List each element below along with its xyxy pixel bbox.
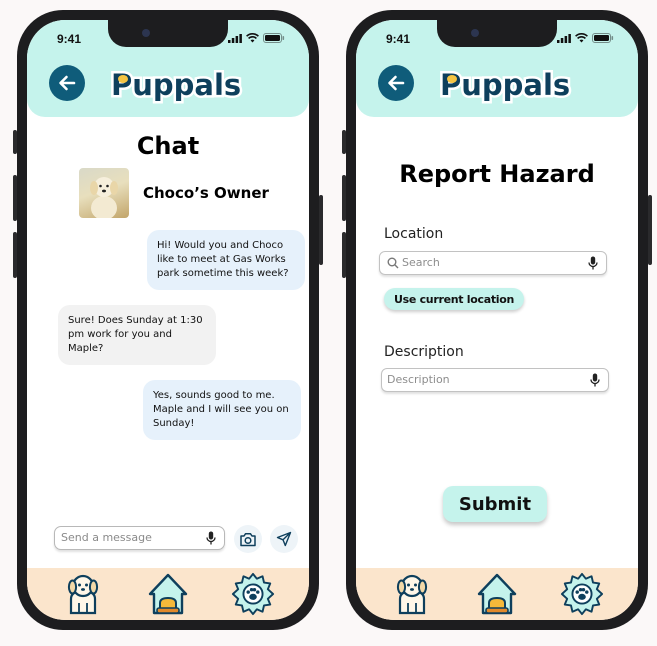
- location-label: Location: [384, 226, 444, 242]
- search-input[interactable]: [402, 256, 572, 269]
- send-icon: [276, 531, 292, 547]
- nav-home[interactable]: [146, 572, 190, 616]
- arrow-left-icon: [59, 75, 76, 91]
- status-time: 9:41: [386, 32, 411, 46]
- front-camera: [471, 29, 479, 37]
- avatar[interactable]: [79, 168, 129, 218]
- signal-icon: [228, 33, 242, 43]
- chat-screen: 9:41 Puppals Chat Choco’s Owner Hi! Woul…: [27, 20, 309, 620]
- nav-dog-profile[interactable]: [61, 572, 105, 616]
- message-bubble-outgoing: Hi! Would you and Choco like to meet at …: [147, 230, 305, 290]
- app-logo: Puppals: [109, 64, 259, 105]
- camera-button[interactable]: [234, 525, 262, 553]
- phone-mute-switch: [13, 130, 17, 154]
- page-title: Report Hazard: [399, 160, 595, 188]
- puppals-logo-icon: Puppals: [109, 66, 244, 105]
- description-label: Description: [384, 344, 464, 360]
- report-hazard-screen: 9:41 Puppals Report Hazard Location Sear…: [356, 20, 638, 620]
- message-text-field[interactable]: [61, 531, 201, 544]
- phone-notch: [437, 20, 557, 47]
- microphone-icon[interactable]: [206, 531, 216, 546]
- phone-notch: [108, 20, 228, 47]
- home-icon: [477, 573, 517, 615]
- phone-volume-down: [342, 232, 346, 278]
- description-input[interactable]: [387, 373, 557, 386]
- description-field[interactable]: [381, 368, 609, 392]
- nav-home[interactable]: [475, 572, 519, 616]
- message-bubble-outgoing: Yes, sounds good to me. Maple and I will…: [143, 380, 301, 440]
- svg-text:Puppals: Puppals: [111, 68, 241, 102]
- back-button[interactable]: [378, 65, 414, 101]
- microphone-icon[interactable]: [588, 256, 598, 271]
- phone-volume-down: [13, 232, 17, 278]
- message-input[interactable]: [54, 526, 225, 550]
- microphone-icon[interactable]: [590, 373, 600, 388]
- dog-profile-icon: [68, 574, 99, 615]
- location-search-field[interactable]: [379, 251, 607, 275]
- camera-icon: [240, 532, 256, 546]
- wifi-icon: [575, 33, 588, 43]
- battery-icon: [592, 33, 614, 43]
- message-bubble-incoming: Sure! Does Sunday at 1:30 pm work for yo…: [58, 305, 216, 365]
- status-icons: [557, 33, 614, 43]
- phone-power-button: [648, 195, 652, 265]
- settings-icon: [231, 572, 274, 616]
- front-camera: [142, 29, 150, 37]
- use-current-location-button[interactable]: Use current location: [384, 288, 525, 310]
- signal-icon: [557, 33, 571, 43]
- phone-power-button: [319, 195, 323, 265]
- app-logo: Puppals: [438, 64, 588, 105]
- home-icon: [148, 573, 188, 615]
- bottom-nav: [356, 568, 638, 620]
- nav-settings[interactable]: [231, 572, 275, 616]
- status-time: 9:41: [57, 32, 82, 46]
- phone-mute-switch: [342, 130, 346, 154]
- battery-icon: [263, 33, 285, 43]
- phone-volume-up: [13, 175, 17, 221]
- status-icons: [228, 33, 285, 43]
- back-button[interactable]: [49, 65, 85, 101]
- dog-profile-icon: [397, 574, 428, 615]
- submit-button[interactable]: Submit: [443, 486, 547, 522]
- puppy-photo-icon: [90, 177, 118, 218]
- send-button[interactable]: [270, 525, 298, 553]
- settings-icon: [560, 572, 603, 616]
- page-title: Chat: [136, 132, 200, 160]
- arrow-left-icon: [388, 75, 405, 91]
- nav-dog-profile[interactable]: [390, 572, 434, 616]
- wifi-icon: [246, 33, 259, 43]
- puppals-logo-icon: Puppals: [438, 66, 573, 105]
- phone-chat: 9:41 Puppals Chat Choco’s Owner Hi! Woul…: [13, 10, 323, 630]
- nav-settings[interactable]: [560, 572, 604, 616]
- search-icon: [387, 257, 399, 269]
- svg-text:Puppals: Puppals: [440, 68, 570, 102]
- phone-report-hazard: 9:41 Puppals Report Hazard Location Sear…: [342, 10, 652, 630]
- phone-volume-up: [342, 175, 346, 221]
- contact-name: Choco’s Owner: [143, 184, 269, 202]
- bottom-nav: [27, 568, 309, 620]
